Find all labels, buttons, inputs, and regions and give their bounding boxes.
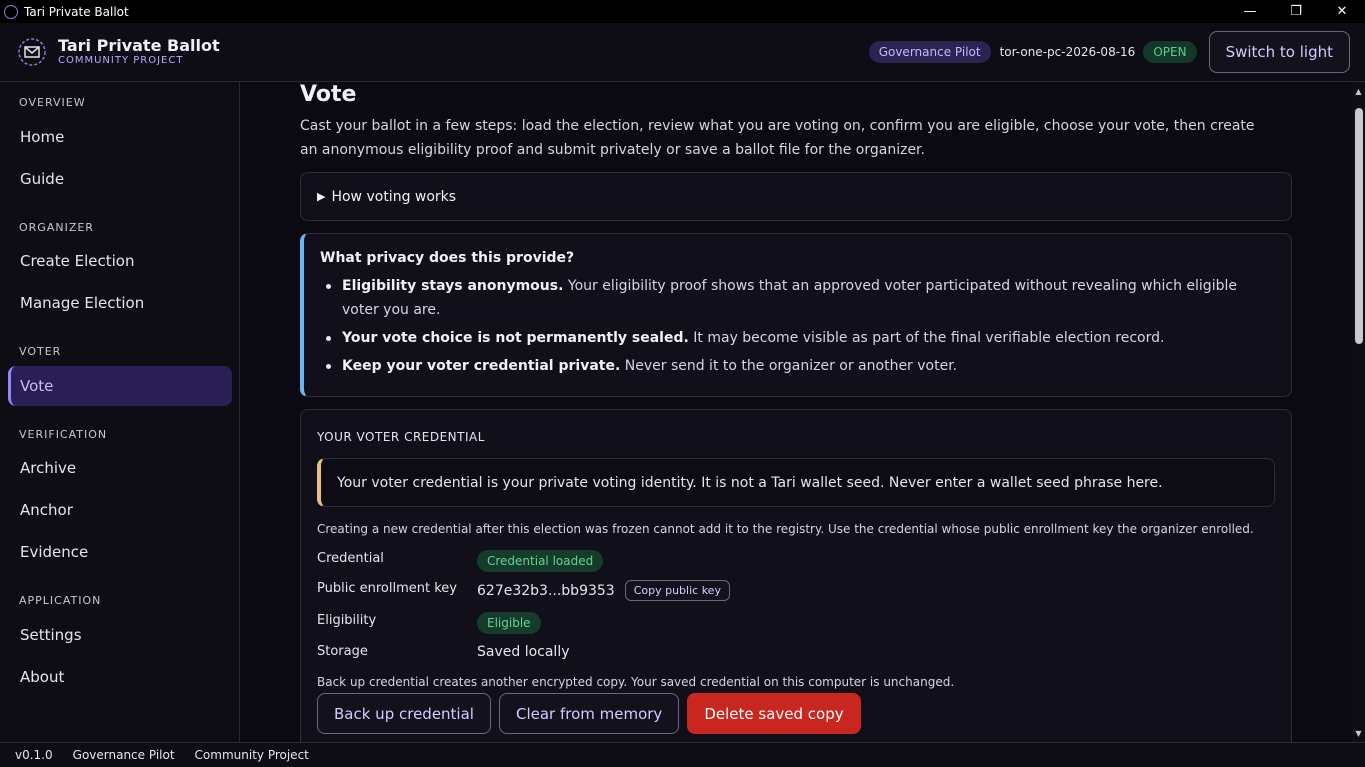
footer-pilot: Governance Pilot (72, 748, 175, 762)
sidebar-item-manage-election[interactable]: Manage Election (8, 283, 232, 323)
details-summary: How voting works (331, 188, 457, 205)
app-header: Tari Private Ballot COMMUNITY PROJECT Go… (0, 23, 1365, 82)
list-item: Eligibility stays anonymous. Your eligib… (320, 274, 1275, 322)
eligibility-label: Eligibility (317, 613, 377, 628)
privacy-heading: What privacy does this provide? (320, 250, 575, 266)
page-title: Vote (300, 82, 357, 107)
section-verification: VERIFICATION (19, 428, 108, 441)
scrollbar-thumb[interactable] (1355, 108, 1363, 344)
minimize-button[interactable]: — (1227, 0, 1273, 23)
sidebar: OVERVIEW Home Guide ORGANIZER Create Ele… (0, 82, 240, 742)
public-key-label: Public enrollment key (317, 581, 457, 596)
main-scrollbar[interactable]: ▲ ▼ (1352, 82, 1365, 742)
how-voting-works-toggle[interactable]: ▶ How voting works (300, 172, 1292, 221)
section-organizer: ORGANIZER (19, 221, 94, 234)
brand-subtitle: COMMUNITY PROJECT (58, 55, 184, 66)
theme-toggle-button[interactable]: Switch to light (1208, 31, 1350, 73)
point-text: It may become visible as part of the fin… (688, 330, 1165, 346)
credential-status-badge: Credential loaded (477, 550, 604, 572)
backup-note: Back up credential creates another encry… (317, 675, 955, 689)
scroll-down-icon[interactable]: ▼ (1352, 726, 1365, 740)
storage-label: Storage (317, 644, 368, 659)
status-footer: v0.1.0 Governance Pilot Community Projec… (0, 742, 1365, 767)
privacy-list: Eligibility stays anonymous. Your eligib… (320, 274, 1275, 378)
footer-project: Community Project (194, 748, 309, 762)
page-intro: Cast your ballot in a few steps: load th… (300, 118, 1255, 158)
sidebar-item-guide[interactable]: Guide (8, 159, 232, 199)
list-item: Your vote choice is not permanently seal… (320, 326, 1275, 350)
app-icon (4, 4, 18, 19)
footer-version: v0.1.0 (15, 748, 53, 762)
window-controls: — ❐ ✕ (1227, 0, 1365, 23)
ballot-logo-icon (18, 38, 46, 66)
main-content: Vote Cast your ballot in a few steps: lo… (240, 82, 1352, 742)
eligibility-badge: Eligible (477, 612, 541, 634)
storage-value: Saved locally (477, 644, 570, 660)
point-text: Never send it to the organizer or anothe… (620, 358, 958, 374)
point-bold: Your vote choice is not permanently seal… (342, 330, 689, 346)
ballot-id: tor-one-pc-2026-08-16 (999, 45, 1136, 59)
credential-warning: Your voter credential is your private vo… (317, 458, 1275, 507)
list-item: Keep your voter credential private. Neve… (320, 354, 1275, 378)
credential-label: Credential (317, 551, 384, 566)
sidebar-item-archive[interactable]: Archive (8, 448, 232, 488)
close-button[interactable]: ✕ (1319, 0, 1365, 23)
clear-from-memory-button[interactable]: Clear from memory (498, 693, 680, 734)
sidebar-item-evidence[interactable]: Evidence (8, 532, 232, 572)
header-status: Governance Pilot tor-one-pc-2026-08-16 O… (868, 31, 1350, 73)
credential-heading: YOUR VOTER CREDENTIAL (317, 430, 485, 444)
governance-badge: Governance Pilot (868, 41, 991, 63)
sidebar-item-anchor[interactable]: Anchor (8, 490, 232, 530)
section-voter: VOTER (19, 345, 62, 358)
sidebar-item-about[interactable]: About (8, 657, 232, 697)
point-bold: Keep your voter credential private. (342, 358, 621, 374)
backup-credential-button[interactable]: Back up credential (317, 693, 491, 734)
public-key-value: 627e32b3...bb9353 (477, 582, 615, 599)
credential-note: Creating a new credential after this ele… (317, 522, 1254, 536)
copy-public-key-button[interactable]: Copy public key (624, 580, 730, 601)
section-application: APPLICATION (19, 594, 102, 607)
disclosure-triangle-icon: ▶ (317, 190, 326, 203)
scroll-up-icon[interactable]: ▲ (1352, 84, 1365, 98)
window-title-bar: Tari Private Ballot — ❐ ✕ (0, 0, 1365, 23)
sidebar-item-vote[interactable]: Vote (8, 366, 232, 406)
window-title: Tari Private Ballot (24, 4, 129, 19)
voter-credential-card: YOUR VOTER CREDENTIAL Your voter credent… (300, 409, 1292, 742)
restore-button[interactable]: ❐ (1273, 0, 1319, 23)
brand: Tari Private Ballot COMMUNITY PROJECT (58, 37, 220, 67)
point-bold: Eligibility stays anonymous. (342, 278, 564, 294)
section-overview: OVERVIEW (19, 96, 86, 109)
privacy-callout: What privacy does this provide? Eligibil… (300, 233, 1292, 397)
delete-saved-copy-button[interactable]: Delete saved copy (687, 693, 861, 734)
brand-title: Tari Private Ballot (58, 36, 220, 55)
sidebar-item-home[interactable]: Home (8, 117, 232, 157)
status-badge: OPEN (1143, 41, 1197, 63)
sidebar-item-settings[interactable]: Settings (8, 615, 232, 655)
credential-actions: Back up credential Clear from memory Del… (317, 693, 861, 734)
sidebar-item-create-election[interactable]: Create Election (8, 241, 232, 281)
